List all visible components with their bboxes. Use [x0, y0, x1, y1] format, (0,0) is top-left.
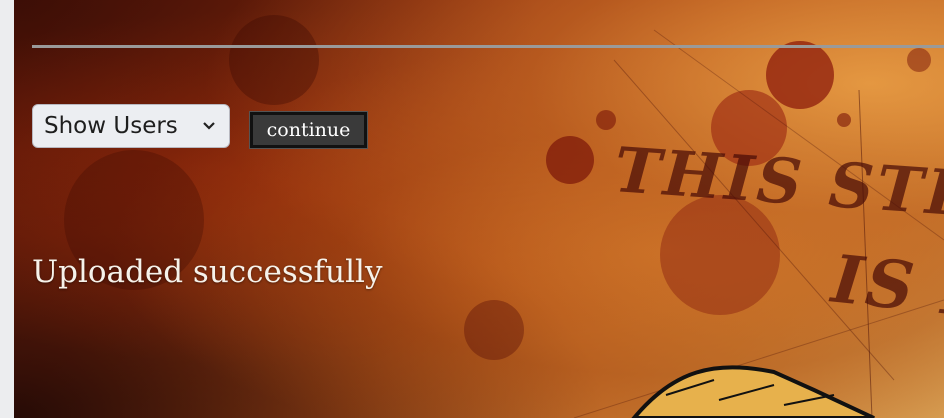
page-background: THIS STRAW IS E Show Users continue Uplo… [14, 0, 944, 418]
upload-status-message: Uploaded successfully [32, 254, 383, 290]
chevron-down-icon [203, 122, 215, 130]
horizontal-rule [32, 45, 944, 48]
user-select-dropdown[interactable]: Show Users [32, 104, 230, 148]
continue-button[interactable]: continue [249, 111, 368, 149]
user-select-value: Show Users [44, 113, 178, 139]
page-left-gutter [0, 0, 14, 418]
